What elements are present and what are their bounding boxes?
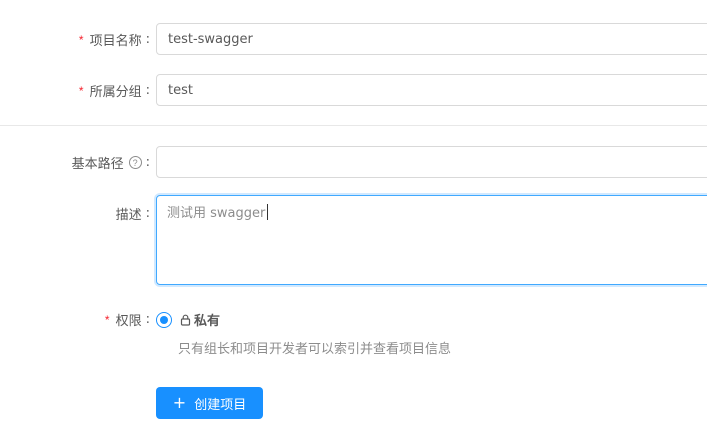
group-value: test <box>168 82 193 98</box>
create-project-button[interactable]: + 创建项目 <box>156 387 263 419</box>
group-label-text: 所属分组 <box>89 85 142 100</box>
radio-selected-dot <box>160 315 168 324</box>
permission-label: * 权限 : <box>105 310 150 329</box>
project-name-input[interactable]: test-swagger <box>156 23 707 55</box>
label-colon: : <box>145 155 150 170</box>
group-label: * 所属分组 : <box>79 81 150 100</box>
base-path-label: 基本路径 ? : <box>72 153 150 172</box>
project-name-label: * 项目名称 : <box>79 30 150 49</box>
required-mark: * <box>78 83 84 98</box>
divider <box>0 125 707 126</box>
plus-icon: + <box>172 393 187 412</box>
private-option: 私有 <box>180 310 220 329</box>
project-name-value: test-swagger <box>168 31 253 47</box>
question-icon[interactable]: ? <box>128 156 142 169</box>
permission-label-text: 权限 <box>115 314 142 329</box>
required-mark: * <box>78 32 84 47</box>
label-colon: : <box>145 312 150 327</box>
base-path-input[interactable] <box>156 146 707 178</box>
text-caret <box>267 204 269 220</box>
label-colon: : <box>145 206 150 221</box>
permission-hint: 只有组长和项目开发者可以索引并查看项目信息 <box>178 342 452 357</box>
description-textarea[interactable]: 测试用 swagger <box>156 195 707 285</box>
create-project-form: * 项目名称 : test-swagger * 所属分组 : test 基本路径… <box>0 0 707 439</box>
description-label: 描述 : <box>116 204 150 223</box>
radio-circle[interactable] <box>156 311 172 328</box>
description-label-text: 描述 <box>115 208 142 223</box>
label-colon: : <box>145 32 150 47</box>
group-select[interactable]: test <box>156 74 707 106</box>
lock-icon <box>180 314 191 326</box>
label-colon: : <box>145 83 150 98</box>
project-name-label-text: 项目名称 <box>89 34 142 49</box>
create-project-button-label: 创建项目 <box>194 397 247 413</box>
base-path-label-text: 基本路径 <box>71 157 124 172</box>
description-value: 测试用 swagger <box>167 206 266 221</box>
required-mark: * <box>104 312 110 327</box>
permission-private-radio[interactable]: 私有 <box>156 310 220 329</box>
private-option-label: 私有 <box>194 314 221 329</box>
